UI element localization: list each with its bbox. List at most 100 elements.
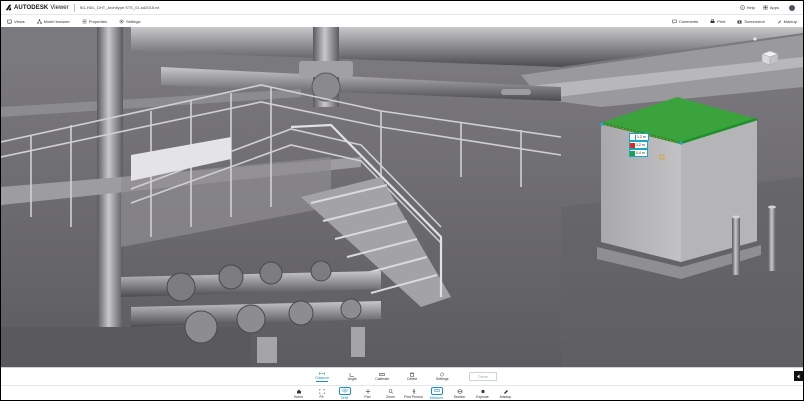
measure-tag-swatch (630, 150, 635, 156)
pipe-support (501, 89, 531, 95)
measure-tag-2[interactable]: 1.2 m (629, 141, 648, 149)
bottom-toolbar: Home Fit Orbit Pan Zoom First Person Mea… (1, 385, 803, 400)
3d-viewport[interactable]: 1.2 m 1.2 m 0.4 m (1, 27, 803, 367)
active-indicator (316, 381, 329, 382)
comments-icon (672, 19, 677, 24)
measure-icon (433, 389, 440, 392)
distance-label: Distance (315, 376, 330, 380)
measure-panel: Distance Angle Calibrate Delete Settings… (1, 367, 803, 385)
user-avatar[interactable] (789, 4, 795, 11)
fit-button[interactable]: Fit (310, 388, 333, 399)
print-button[interactable]: Print (710, 19, 725, 24)
section-icon (457, 388, 462, 394)
orbit-button[interactable]: Orbit (333, 387, 356, 400)
measure-delete-button[interactable]: Delete (403, 372, 421, 381)
orbit-ring (338, 387, 351, 395)
settings-label: Settings (435, 377, 449, 381)
comments-label: Comments (678, 18, 699, 24)
markup-tool-button[interactable]: Markup (494, 389, 517, 399)
app-header: AUTODESK Viewer SG-HDL_DHT_Architype STS… (1, 1, 803, 14)
properties-icon (82, 19, 87, 23)
markup-icon (777, 20, 781, 23)
measure-tag-swatch (630, 142, 635, 148)
explode-label: Explode (476, 394, 489, 399)
autodesk-logo[interactable]: AUTODESK Viewer (5, 4, 69, 11)
first-person-button[interactable]: First Person (402, 388, 425, 399)
measure-angle-button[interactable]: Angle (343, 372, 361, 381)
zoom-label: Zoom (386, 394, 395, 399)
measure-tag-1[interactable]: 1.2 m (629, 133, 649, 141)
properties-button[interactable]: Properties (82, 19, 107, 24)
help-label: Help (746, 5, 755, 10)
viewer-window: AUTODESK Viewer SG-HDL_DHT_Architype STS… (1, 1, 803, 400)
measure-settings-button[interactable]: Settings (433, 372, 451, 381)
measure-tag-swatch (630, 134, 636, 140)
measure-label: Measure (429, 396, 444, 400)
print-label: Print (717, 18, 726, 24)
measure-ring (430, 387, 443, 395)
measure-point-start[interactable] (600, 122, 604, 126)
section-label: Section (453, 394, 466, 399)
comments-button[interactable]: Comments (672, 19, 698, 24)
first-person-label: First Person (404, 394, 423, 399)
measure-tag-value: 1.2 m (636, 143, 645, 147)
help-button[interactable]: ? Help (739, 5, 755, 10)
calibrate-label: Calibrate (375, 377, 390, 381)
measure-distance-button[interactable]: Distance (313, 371, 331, 382)
views-label: Views (14, 18, 25, 24)
screenshot-button[interactable]: Screenshot (737, 19, 765, 24)
settings-button[interactable]: Settings (119, 18, 141, 24)
help-icon: ? (739, 5, 745, 10)
pan-button[interactable]: Pan (356, 388, 379, 399)
top-toolbar: Views Model browser Properties Settings … (1, 14, 803, 28)
model-browser-button[interactable]: Model browser (36, 18, 70, 24)
done-button[interactable]: Done (469, 372, 497, 381)
measure-tag-value: 0.4 m (636, 151, 645, 155)
structural-column (97, 27, 123, 367)
home-button[interactable]: Home (287, 389, 310, 399)
measure-point-end[interactable] (679, 141, 683, 145)
views-icon (7, 19, 12, 24)
panel-toggle-tab[interactable] (794, 371, 803, 381)
zoom-icon (388, 388, 393, 394)
first-person-icon (412, 388, 415, 394)
zoom-button[interactable]: Zoom (379, 388, 402, 399)
explode-button[interactable]: Explode (471, 389, 494, 399)
measure-calibrate-button[interactable]: Calibrate (373, 372, 391, 381)
settings-icon (119, 19, 124, 23)
model-browser-label: Model browser (43, 18, 70, 24)
viewcube-home-icon[interactable] (753, 37, 757, 41)
settings-label: Settings (126, 18, 141, 24)
brand-name: AUTODESK (14, 4, 49, 11)
3d-model-scene[interactable] (1, 27, 803, 367)
measure-button[interactable]: Measure (425, 387, 448, 400)
print-icon (710, 18, 715, 23)
section-button[interactable]: Section (448, 388, 471, 399)
views-button[interactable]: Views (7, 19, 25, 24)
home-label: Home (293, 394, 304, 399)
apps-grid-icon (763, 5, 768, 10)
pan-icon (365, 388, 370, 394)
markup-label: Markup (783, 18, 797, 24)
header-divider (73, 3, 75, 12)
screenshot-icon (737, 20, 742, 23)
chevron-left-icon (797, 374, 800, 378)
model-browser-icon (36, 18, 42, 24)
viewcube[interactable] (759, 49, 781, 67)
measure-tag-3[interactable]: 0.4 m (629, 149, 648, 157)
pan-label: Pan (364, 394, 371, 399)
fit-icon (318, 388, 325, 394)
home-icon (296, 389, 301, 393)
file-name: SG-HDL_DHT_Architype STS_01.sd2018.rvt (79, 5, 160, 10)
markup-icon (503, 389, 508, 394)
angle-label: Angle (347, 377, 357, 381)
markup-button[interactable]: Markup (777, 19, 797, 24)
markup-tool-label: Markup (499, 394, 512, 399)
orbit-label: Orbit (340, 396, 349, 400)
product-name: Viewer (50, 4, 69, 11)
fit-label: Fit (319, 394, 324, 399)
delete-label: Delete (407, 377, 418, 381)
properties-label: Properties (88, 18, 108, 24)
autodesk-logo-icon (5, 4, 12, 11)
apps-button[interactable]: Apps (763, 5, 779, 10)
